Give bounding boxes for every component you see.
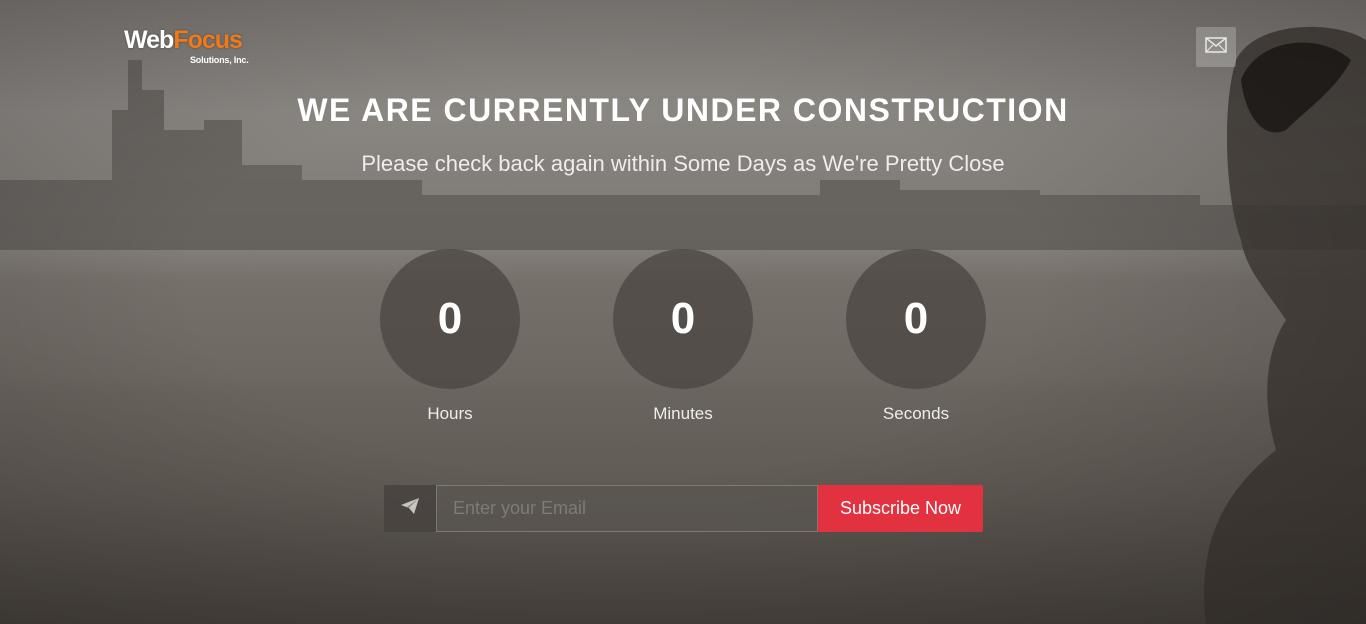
logo[interactable]: WebFocus Solutions, Inc. bbox=[124, 26, 254, 70]
countdown-minutes-value: 0 bbox=[613, 249, 753, 389]
page-subtitle: Please check back again within Some Days… bbox=[361, 151, 1005, 176]
countdown-seconds: 0 Seconds bbox=[846, 249, 986, 424]
countdown-hours-value: 0 bbox=[380, 249, 520, 389]
subscribe-button[interactable]: Subscribe Now bbox=[818, 485, 983, 532]
subscribe-icon-box bbox=[384, 485, 436, 532]
logo-subtext: Solutions, Inc. bbox=[190, 55, 249, 65]
countdown-seconds-label: Seconds bbox=[882, 404, 950, 423]
logo-text-web: Web bbox=[124, 26, 174, 54]
countdown-hours: 0 Hours bbox=[380, 249, 520, 424]
countdown-hours-label: Hours bbox=[427, 404, 473, 423]
logo-wordmark: WebFocus bbox=[124, 26, 254, 54]
logo-text-focus: Focus bbox=[173, 26, 243, 54]
paper-plane-icon bbox=[400, 497, 420, 520]
envelope-icon bbox=[1205, 36, 1227, 58]
contact-mail-button[interactable] bbox=[1196, 27, 1236, 67]
countdown-minutes: 0 Minutes bbox=[613, 249, 753, 424]
page-title: WE ARE CURRENTLY UNDER CONSTRUCTION bbox=[297, 92, 1069, 128]
subscribe-form: Subscribe Now bbox=[384, 485, 983, 532]
countdown-minutes-label: Minutes bbox=[653, 404, 713, 423]
countdown-seconds-value: 0 bbox=[846, 249, 986, 389]
email-input[interactable] bbox=[436, 485, 818, 532]
